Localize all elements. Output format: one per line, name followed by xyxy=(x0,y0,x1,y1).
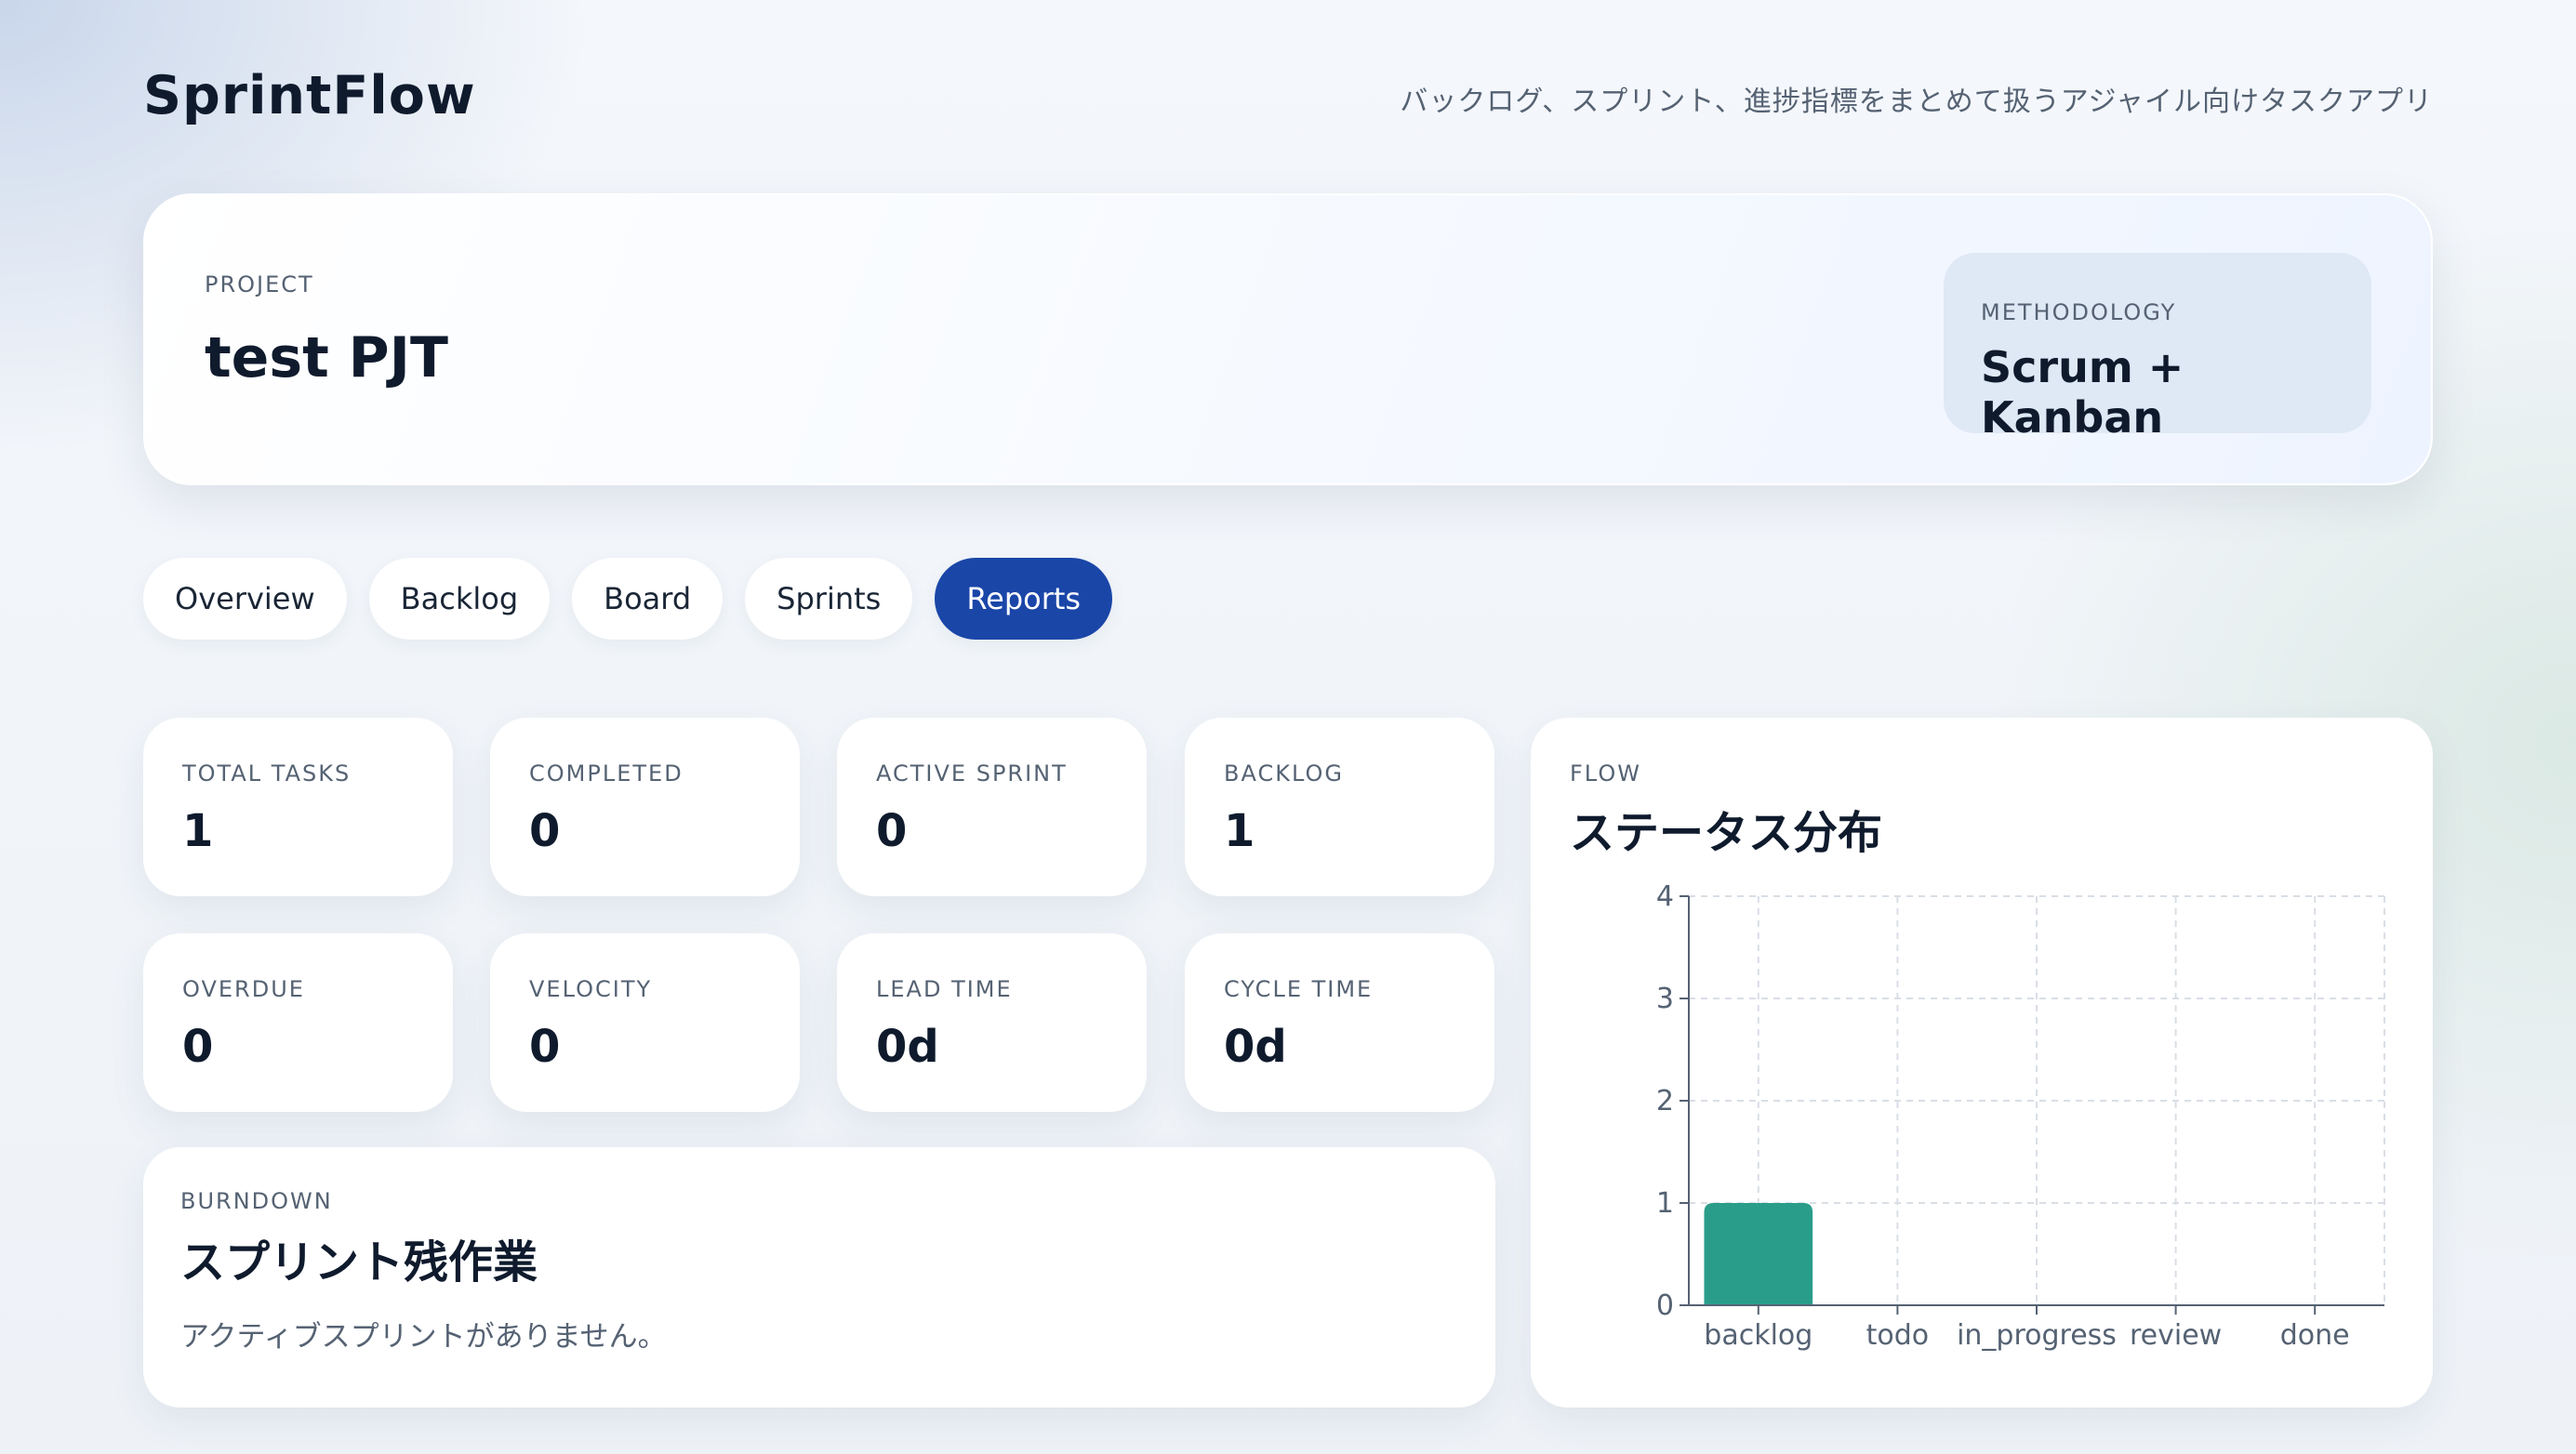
stat-value: 1 xyxy=(1224,805,1255,857)
stat-value: 0 xyxy=(529,805,561,857)
stat-card-lead-time: LEAD TIME 0d xyxy=(837,933,1147,1112)
flow-card: FLOW ステータス分布 0 1 2 3 4 backlog todo in_progress… xyxy=(1531,718,2433,1408)
y-tick-label: 1 xyxy=(1656,1187,1674,1220)
burndown-card: BURNDOWN スプリント残作業 アクティブスプリントがありません。 xyxy=(143,1147,1495,1408)
methodology-box: METHODOLOGY Scrum + Kanban xyxy=(1944,253,2371,443)
stat-value: 0 xyxy=(876,805,908,857)
stat-value: 0 xyxy=(182,1021,214,1073)
stat-label: BACKLOG xyxy=(1224,760,1344,786)
stat-card-total-tasks: TOTAL TASKS 1 xyxy=(143,718,453,896)
y-tick-label: 3 xyxy=(1656,983,1674,1015)
burndown-kicker: BURNDOWN xyxy=(180,1188,333,1214)
stat-card-overdue: OVERDUE 0 xyxy=(143,933,453,1112)
burndown-title: スプリント残作業 xyxy=(180,1236,538,1289)
brand-logo[interactable]: SprintFlow xyxy=(143,65,476,126)
x-tick-label: backlog xyxy=(1704,1319,1812,1352)
tab-bar: Overview Backlog Board Sprints Reports xyxy=(143,558,1113,640)
x-tick-label: in_progress xyxy=(1957,1319,2117,1352)
methodology-label: METHODOLOGY xyxy=(1981,299,2177,325)
x-tick-label: done xyxy=(2280,1319,2350,1352)
x-tick-label: todo xyxy=(1866,1319,1930,1352)
stat-card-completed: COMPLETED 0 xyxy=(490,718,800,896)
project-label: PROJECT xyxy=(205,271,314,297)
bar-backlog xyxy=(1704,1203,1813,1305)
stat-card-active-sprint: ACTIVE SPRINT 0 xyxy=(837,718,1147,896)
app-header: SprintFlow バックログ、スプリント、進捗指標をまとめて扱うアジャイル向… xyxy=(143,58,2433,132)
y-tick-label: 4 xyxy=(1656,880,1674,913)
tab-backlog[interactable]: Backlog xyxy=(368,558,551,640)
stat-label: CYCLE TIME xyxy=(1224,976,1374,1002)
burndown-empty-note: アクティブスプリントがありません。 xyxy=(180,1320,667,1354)
stat-label: ACTIVE SPRINT xyxy=(876,760,1068,786)
x-tick-label: review xyxy=(2130,1319,2222,1352)
y-tick-label: 2 xyxy=(1656,1085,1674,1117)
tab-reports[interactable]: Reports xyxy=(935,558,1113,640)
stat-value: 1 xyxy=(182,805,214,857)
project-card: PROJECT test PJT METHODOLOGY Scrum + Kan… xyxy=(143,193,2433,485)
stat-label: COMPLETED xyxy=(529,760,684,786)
stat-label: VELOCITY xyxy=(529,976,653,1002)
stat-label: LEAD TIME xyxy=(876,976,1013,1002)
stat-card-velocity: VELOCITY 0 xyxy=(490,933,800,1112)
y-tick-label: 0 xyxy=(1656,1289,1674,1322)
tab-board[interactable]: Board xyxy=(572,558,724,640)
status-distribution-chart: 0 1 2 3 4 backlog todo in_progress review done xyxy=(1656,880,2385,1352)
tagline: バックログ、スプリント、進捗指標をまとめて扱うアジャイル向けタスクアプリ xyxy=(1400,86,2433,118)
stat-value: 0d xyxy=(1224,1021,1287,1073)
stat-card-cycle-time: CYCLE TIME 0d xyxy=(1185,933,1494,1112)
stat-value: 0 xyxy=(529,1021,561,1073)
tab-overview[interactable]: Overview xyxy=(143,558,347,640)
stat-value: 0d xyxy=(876,1021,939,1073)
tab-sprints[interactable]: Sprints xyxy=(745,558,913,640)
project-name: test PJT xyxy=(205,325,448,390)
stat-label: OVERDUE xyxy=(182,976,305,1002)
methodology-value: Scrum + Kanban xyxy=(1981,342,2184,443)
stat-label: TOTAL TASKS xyxy=(182,760,352,786)
stat-card-backlog: BACKLOG 1 xyxy=(1185,718,1494,896)
